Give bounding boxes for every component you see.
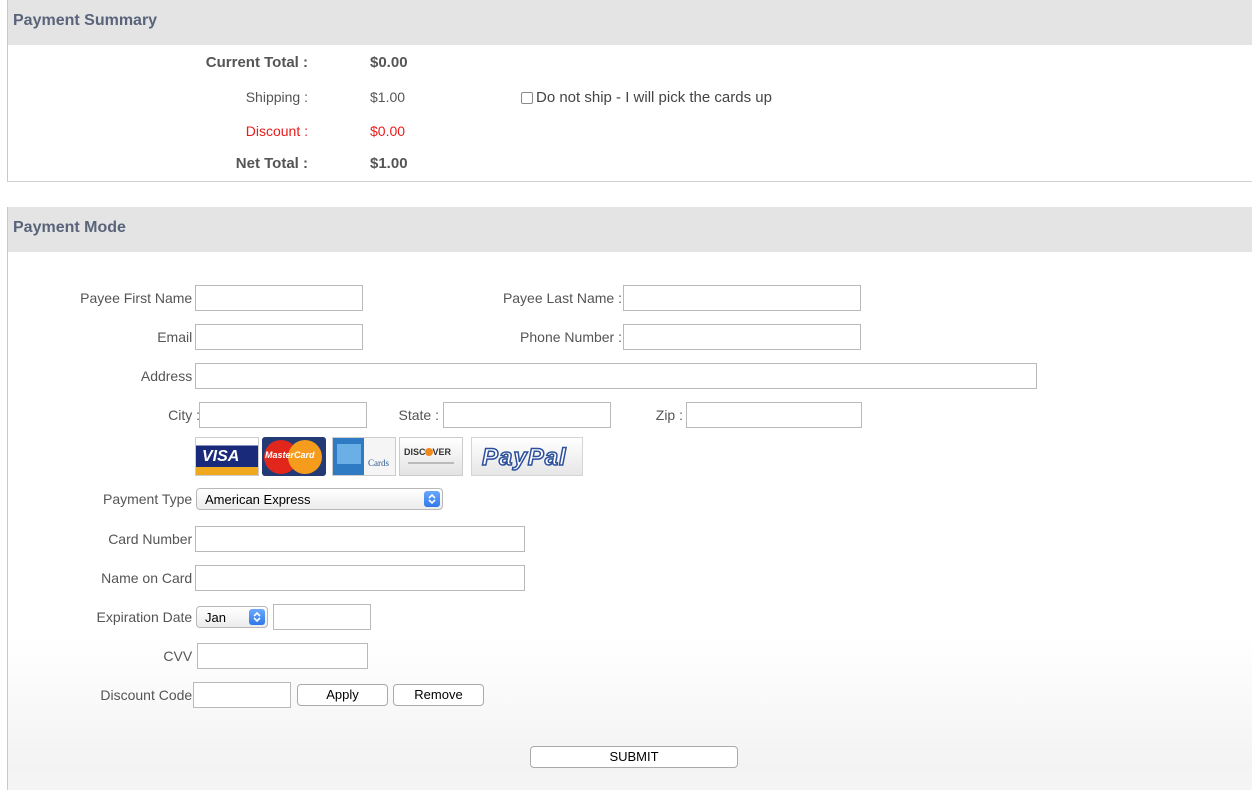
cvv-label: CVV :	[163, 648, 200, 664]
name-on-card-label: Name on Card :	[101, 570, 200, 586]
state-label: State :	[398, 407, 439, 423]
cvv-input[interactable]	[197, 643, 368, 669]
phone-label: Phone Number :	[520, 329, 622, 345]
last-name-input[interactable]	[623, 285, 861, 311]
amex-logo-text: Cards	[368, 458, 389, 468]
expiration-label: Expiration Date :	[96, 609, 201, 625]
payment-mode-header: Payment Mode	[8, 207, 1252, 252]
current-total-value: $0.00	[370, 54, 408, 71]
payment-mode-title: Payment Mode	[13, 219, 126, 236]
paypal-logo-text: PayPal	[481, 443, 567, 472]
net-total-value: $1.00	[370, 155, 408, 172]
amex-logo-icon: Cards	[332, 437, 396, 476]
payment-type-select[interactable]: American Express	[196, 488, 443, 510]
city-label: City :	[168, 407, 200, 423]
city-input[interactable]	[199, 402, 367, 428]
submit-button[interactable]: SUBMIT	[530, 746, 738, 768]
card-number-input[interactable]	[195, 526, 525, 552]
payment-type-selected: American Express	[205, 492, 311, 507]
pickup-checkbox-label[interactable]: Do not ship - I will pick the cards up	[536, 89, 772, 106]
select-arrows-icon	[249, 609, 265, 625]
first-name-label: Payee First Name :	[80, 290, 200, 306]
mastercard-logo-icon: MasterCard	[262, 437, 326, 476]
discount-value: $0.00	[370, 123, 406, 139]
address-input[interactable]	[195, 363, 1037, 389]
select-arrows-icon	[424, 491, 440, 507]
shipping-value: $1.00	[370, 89, 406, 105]
current-total-label: Current Total :	[205, 54, 308, 71]
remove-button[interactable]: Remove	[393, 684, 484, 706]
discount-code-input[interactable]	[193, 682, 291, 708]
payment-mode-panel: Payment Mode Payee First Name : Payee La…	[7, 207, 1252, 790]
discount-label: Discount :	[245, 123, 308, 139]
discover-logo-icon: DISCOVER	[399, 437, 463, 476]
email-label: Email :	[157, 329, 200, 345]
pickup-checkbox[interactable]	[521, 92, 533, 104]
expiration-month-select[interactable]: Jan	[196, 606, 268, 628]
name-on-card-input[interactable]	[195, 565, 525, 591]
visa-logo-text: VISA	[202, 448, 240, 465]
visa-logo-icon: VISA	[195, 437, 259, 476]
mastercard-logo-text: MasterCard	[265, 450, 315, 460]
payment-summary-title: Payment Summary	[13, 12, 158, 29]
expiration-year-input[interactable]	[273, 604, 371, 630]
apply-button[interactable]: Apply	[297, 684, 388, 706]
state-input[interactable]	[443, 402, 611, 428]
payment-type-label: Payment Type :	[102, 491, 200, 507]
zip-input[interactable]	[686, 402, 862, 428]
zip-label: Zip :	[655, 407, 683, 423]
first-name-input[interactable]	[195, 285, 363, 311]
payment-summary-header: Payment Summary	[8, 0, 1252, 45]
net-total-label: Net Total :	[235, 155, 308, 172]
card-number-label: Card Number :	[108, 531, 200, 547]
address-label: Address :	[140, 368, 200, 384]
shipping-label: Shipping :	[245, 89, 308, 105]
expiration-month-selected: Jan	[205, 610, 226, 625]
email-input[interactable]	[195, 324, 363, 350]
payment-summary-panel: Payment Summary Current Total : $0.00 Sh…	[7, 0, 1252, 182]
last-name-label: Payee Last Name :	[502, 290, 622, 306]
paypal-logo-icon: PayPal	[471, 437, 583, 476]
phone-input[interactable]	[623, 324, 861, 350]
discount-code-label: Discount Code :	[100, 687, 200, 703]
